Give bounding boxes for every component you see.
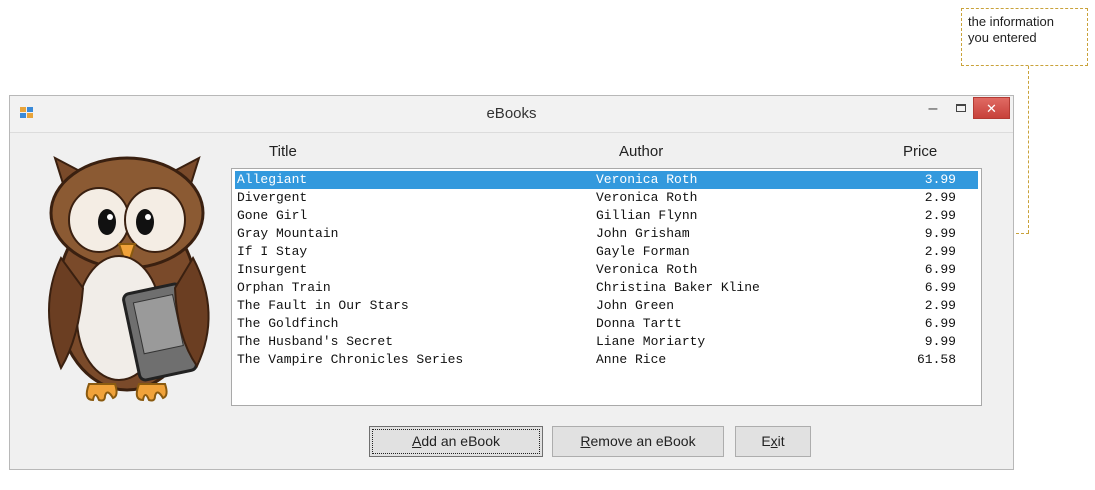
- list-item[interactable]: Divergent Veronica Roth 2.99: [235, 189, 978, 207]
- exit-label-pre: E: [761, 433, 771, 449]
- callout-note: the information you entered: [961, 8, 1088, 66]
- column-header-price: Price: [903, 143, 938, 160]
- list-item[interactable]: Gone Girl Gillian Flynn 2.99: [235, 207, 978, 225]
- column-header-title: Title: [269, 143, 297, 160]
- list-item[interactable]: Allegiant Veronica Roth 3.99: [235, 171, 978, 189]
- book-title: Allegiant: [237, 172, 308, 187]
- ebooks-window: eBooks – ✕ Title Author Price Allegiant …: [9, 95, 1014, 470]
- remove-ebook-button[interactable]: Remove an eBook: [552, 426, 724, 457]
- book-author: John Green: [596, 298, 675, 313]
- book-author: Veronica Roth: [596, 262, 698, 277]
- add-ebook-accelerator: A: [412, 433, 422, 449]
- book-author: Anne Rice: [596, 352, 667, 367]
- books-listbox[interactable]: Allegiant Veronica Roth 3.99 Divergent Veron…: [231, 168, 982, 406]
- book-author: Gillian Flynn: [596, 208, 698, 223]
- remove-ebook-label: emove an eBook: [590, 433, 696, 449]
- book-price: 6.99: [924, 262, 956, 277]
- book-title: Gray Mountain: [237, 226, 339, 241]
- book-author: Veronica Roth: [596, 190, 698, 205]
- add-ebook-label: dd an eBook: [421, 433, 500, 449]
- book-title: If I Stay: [237, 244, 308, 259]
- exit-button[interactable]: Exit: [735, 426, 811, 457]
- maximize-button[interactable]: [948, 99, 974, 119]
- callout-line-1: the information: [968, 14, 1054, 29]
- column-header-author: Author: [619, 143, 664, 160]
- book-title: Insurgent: [237, 262, 308, 277]
- book-price: 6.99: [924, 316, 956, 331]
- book-price: 2.99: [924, 244, 956, 259]
- maximize-icon: [956, 104, 966, 112]
- list-item[interactable]: The Goldfinch Donna Tartt 6.99: [235, 315, 978, 333]
- book-title: Divergent: [237, 190, 308, 205]
- book-title: The Fault in Our Stars: [237, 298, 409, 313]
- book-price: 2.99: [924, 190, 956, 205]
- book-author: Liane Moriarty: [596, 334, 706, 349]
- list-item[interactable]: The Vampire Chronicles Series Anne Rice 61…: [235, 351, 978, 369]
- add-ebook-button[interactable]: Add an eBook: [369, 426, 543, 457]
- book-price: 9.99: [924, 334, 956, 349]
- remove-ebook-accelerator: R: [580, 433, 591, 449]
- list-item[interactable]: The Husband's Secret Liane Moriarty 9.99: [235, 333, 978, 351]
- exit-label-rest: it: [777, 433, 785, 449]
- book-author: Donna Tartt: [596, 316, 682, 331]
- book-price: 61.58: [916, 352, 956, 367]
- book-author: John Grisham: [596, 226, 690, 241]
- list-item[interactable]: Orphan Train Christina Baker Kline 6.99: [235, 279, 978, 297]
- book-author: Christina Baker Kline: [596, 280, 760, 295]
- owl-reading-ebook-icon: [48, 155, 210, 402]
- book-price: 2.99: [924, 298, 956, 313]
- book-price: 2.99: [924, 208, 956, 223]
- close-button[interactable]: ✕: [973, 97, 1010, 119]
- book-price: 3.99: [924, 172, 956, 187]
- title-bar[interactable]: eBooks – ✕: [10, 96, 1013, 133]
- exit-accelerator: x: [770, 433, 778, 449]
- book-price: 6.99: [924, 280, 956, 295]
- callout-line-2: you entered: [968, 30, 1037, 45]
- book-title: The Husband's Secret: [237, 334, 394, 349]
- window-title: eBooks: [486, 105, 537, 122]
- book-title: The Vampire Chronicles Series: [237, 352, 464, 367]
- book-price: 9.99: [924, 226, 956, 241]
- callout-leader-vertical: [1028, 66, 1029, 233]
- book-author: Gayle Forman: [596, 244, 690, 259]
- minimize-button[interactable]: –: [920, 99, 946, 119]
- list-item[interactable]: If I Stay Gayle Forman 2.99: [235, 243, 978, 261]
- book-title: Orphan Train: [237, 280, 331, 295]
- book-title: The Goldfinch: [237, 316, 339, 331]
- list-item[interactable]: Gray Mountain John Grisham 9.99: [235, 225, 978, 243]
- list-item[interactable]: The Fault in Our Stars John Green 2.99: [235, 297, 978, 315]
- book-title: Gone Girl: [237, 208, 308, 223]
- list-item[interactable]: Insurgent Veronica Roth 6.99: [235, 261, 978, 279]
- book-author: Veronica Roth: [596, 172, 698, 187]
